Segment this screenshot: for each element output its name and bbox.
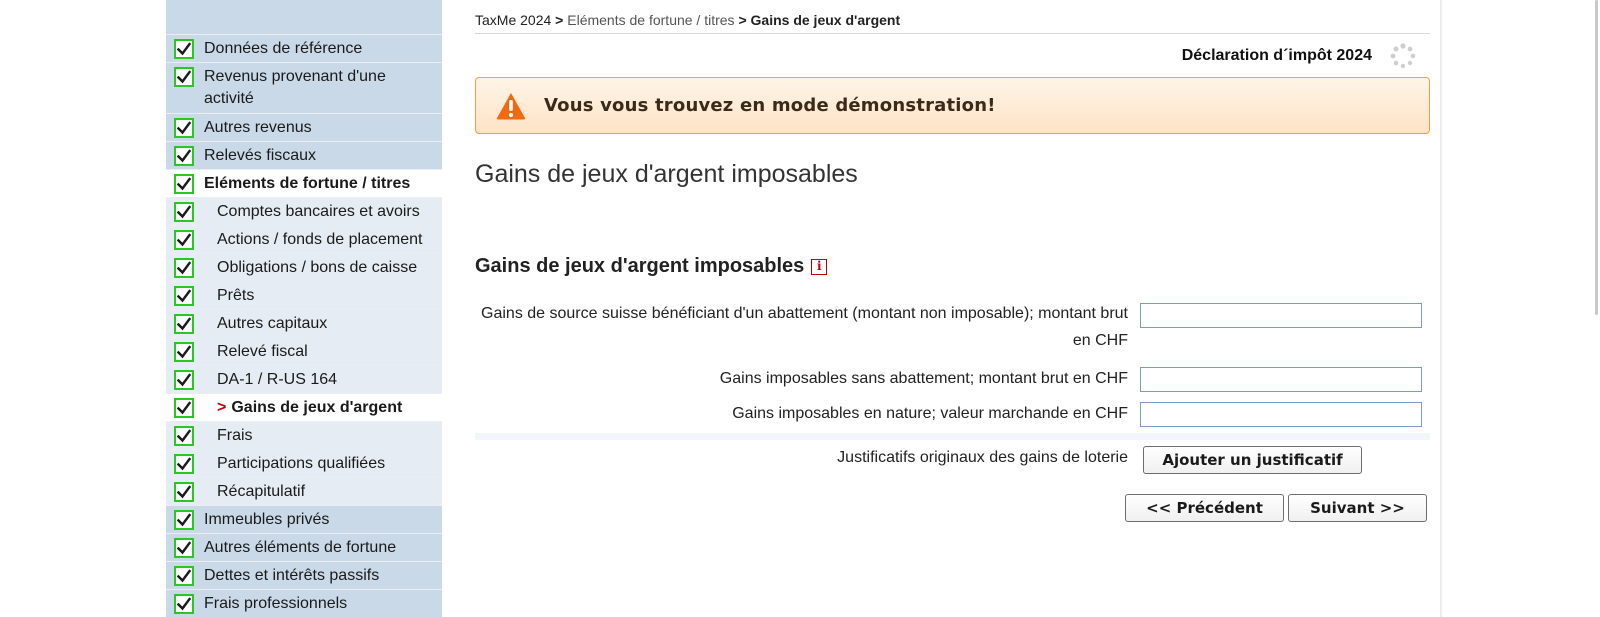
demo-mode-text: Vous vous trouvez en mode démonstration!	[544, 95, 996, 116]
sidebar-item[interactable]: Relevé fiscal	[166, 337, 442, 365]
sidebar-item[interactable]: Autres éléments de fortune	[166, 533, 442, 561]
sidebar-navigation: Données de référence Revenus provenant d'…	[166, 0, 442, 617]
field-label-line: en CHF	[1072, 332, 1128, 349]
sidebar-item[interactable]: Eléments de fortune / titres	[166, 169, 442, 197]
completed-check-icon	[174, 370, 194, 390]
vertical-scrollbar[interactable]	[1592, 0, 1600, 617]
sidebar-item-label: Comptes bancaires et avoirs	[217, 203, 420, 220]
completed-check-icon	[174, 454, 194, 474]
sidebar-item[interactable]: Dettes et intérêts passifs	[166, 561, 442, 589]
completed-check-icon	[174, 510, 194, 530]
main-content: TaxMe 2024 > Eléments de fortune / titre…	[475, 0, 1430, 617]
breadcrumb-current: Gains de jeux d'argent	[750, 12, 901, 28]
sidebar-item-text: Gains de jeux d'argent	[231, 399, 403, 416]
field-label-taxable-gains: Gains imposables sans abattement; montan…	[719, 370, 1128, 387]
sidebar-item-label: Relevé fiscal	[217, 343, 308, 360]
completed-check-icon	[174, 286, 194, 306]
section-title: Gains de jeux d'argent imposables i	[475, 255, 828, 278]
sidebar-item[interactable]: Revenus provenant d'une activité	[166, 62, 442, 113]
sidebar-item-label: Dettes et intérêts passifs	[204, 567, 380, 584]
info-icon[interactable]: i	[811, 258, 828, 275]
taxable-gains-input[interactable]	[1140, 367, 1422, 392]
sidebar-item-label: Prêts	[217, 287, 255, 304]
sidebar-header	[166, 0, 442, 34]
sidebar-item[interactable]: Frais	[166, 421, 442, 449]
sidebar-item-label: Eléments de fortune / titres	[204, 175, 411, 192]
attachment-label: Justificatifs originaux des gains de lot…	[837, 449, 1128, 466]
breadcrumb-divider	[475, 33, 1430, 34]
completed-check-icon	[174, 342, 194, 362]
breadcrumb-separator: >	[734, 12, 751, 28]
field-label-swiss-gains: Gains de source suisse bénéficiant d'un …	[468, 300, 1128, 354]
section-title-text: Gains de jeux d'argent imposables	[475, 255, 805, 277]
completed-check-icon	[174, 482, 194, 502]
completed-check-icon	[174, 594, 194, 614]
sidebar-item[interactable]: Prêts	[166, 281, 442, 309]
sidebar-item[interactable]: Autres revenus	[166, 113, 442, 141]
scrollbar-thumb[interactable]	[1595, 0, 1598, 315]
completed-check-icon	[174, 230, 194, 250]
loading-spinner-icon	[1390, 43, 1416, 69]
completed-check-icon	[174, 398, 194, 418]
sidebar-item[interactable]: Comptes bancaires et avoirs	[166, 197, 442, 225]
completed-check-icon	[174, 39, 194, 59]
sidebar-item[interactable]: Récapitulatif	[166, 477, 442, 505]
completed-check-icon	[174, 174, 194, 194]
previous-button[interactable]: << Précédent	[1125, 494, 1284, 522]
sidebar-item[interactable]: Immeubles privés	[166, 505, 442, 533]
sidebar-item-label: Actions / fonds de placement	[217, 231, 423, 248]
completed-check-icon	[174, 538, 194, 558]
sidebar-item[interactable]: Relevés fiscaux	[166, 141, 442, 169]
sidebar-item[interactable]: Données de référence	[166, 34, 442, 62]
sidebar-item-label: Immeubles privés	[204, 511, 330, 528]
sidebar-item-label: Participations qualifiées	[217, 455, 386, 472]
completed-check-icon	[174, 118, 194, 138]
breadcrumb-root[interactable]: TaxMe 2024	[475, 12, 551, 28]
sidebar-item[interactable]: Participations qualifiées	[166, 449, 442, 477]
sidebar-item-label: Récapitulatif	[217, 483, 306, 500]
declaration-title: Déclaration d´impôt 2024	[1181, 47, 1372, 64]
completed-check-icon	[174, 314, 194, 334]
sidebar-item[interactable]: Obligations / bons de caisse	[166, 253, 442, 281]
completed-check-icon	[174, 258, 194, 278]
sidebar-item[interactable]: Actions / fonds de placement	[166, 225, 442, 253]
sidebar-item-label: > Gains de jeux d'argent	[204, 397, 442, 419]
breadcrumb-parent[interactable]: Eléments de fortune / titres	[567, 12, 734, 28]
add-attachment-button[interactable]: Ajouter un justificatif	[1143, 446, 1362, 474]
completed-check-icon	[174, 146, 194, 166]
sidebar-item-label: Frais professionnels	[204, 595, 348, 612]
sidebar-item-label: Revenus provenant d'une activité	[204, 68, 386, 107]
next-button[interactable]: Suivant >>	[1288, 494, 1427, 522]
sidebar-item-list: Données de référence Revenus provenant d'…	[166, 34, 442, 617]
sidebar-item-label: Autres capitaux	[217, 315, 328, 332]
completed-check-icon	[174, 426, 194, 446]
sidebar-item-label: Données de référence	[204, 40, 363, 57]
field-label-in-kind-gains: Gains imposables en nature; valeur march…	[732, 405, 1128, 422]
completed-check-icon	[174, 566, 194, 586]
completed-check-icon	[174, 67, 194, 87]
sidebar-item-label: Relevés fiscaux	[204, 147, 317, 164]
breadcrumb: TaxMe 2024 > Eléments de fortune / titre…	[475, 12, 900, 28]
row-separator	[475, 433, 1430, 440]
sidebar-item-label: Autres revenus	[204, 119, 312, 136]
completed-check-icon	[174, 202, 194, 222]
page-title: Gains de jeux d'argent imposables	[475, 160, 858, 188]
sidebar-item[interactable]: DA-1 / R-US 164	[166, 365, 442, 393]
breadcrumb-separator: >	[551, 12, 568, 28]
page-edge-shadow	[1440, 0, 1443, 617]
sidebar-item[interactable]: Frais professionnels	[166, 589, 442, 617]
sidebar-item-label: Obligations / bons de caisse	[217, 259, 418, 276]
sidebar-item-label: Frais	[217, 427, 253, 444]
warning-icon	[496, 92, 526, 119]
in-kind-gains-input[interactable]	[1140, 402, 1422, 427]
sidebar-item[interactable]: Autres capitaux	[166, 309, 442, 337]
swiss-gains-input[interactable]	[1140, 303, 1422, 328]
field-label-line: Gains de source suisse bénéficiant d'un …	[481, 305, 1128, 322]
sidebar-item-label: DA-1 / R-US 164	[217, 371, 338, 388]
sidebar-item[interactable]: > Gains de jeux d'argent	[166, 393, 442, 421]
demo-mode-banner: Vous vous trouvez en mode démonstration!	[475, 77, 1430, 134]
sidebar-item-label: Autres éléments de fortune	[204, 539, 397, 556]
current-page-marker-icon: >	[217, 399, 227, 416]
